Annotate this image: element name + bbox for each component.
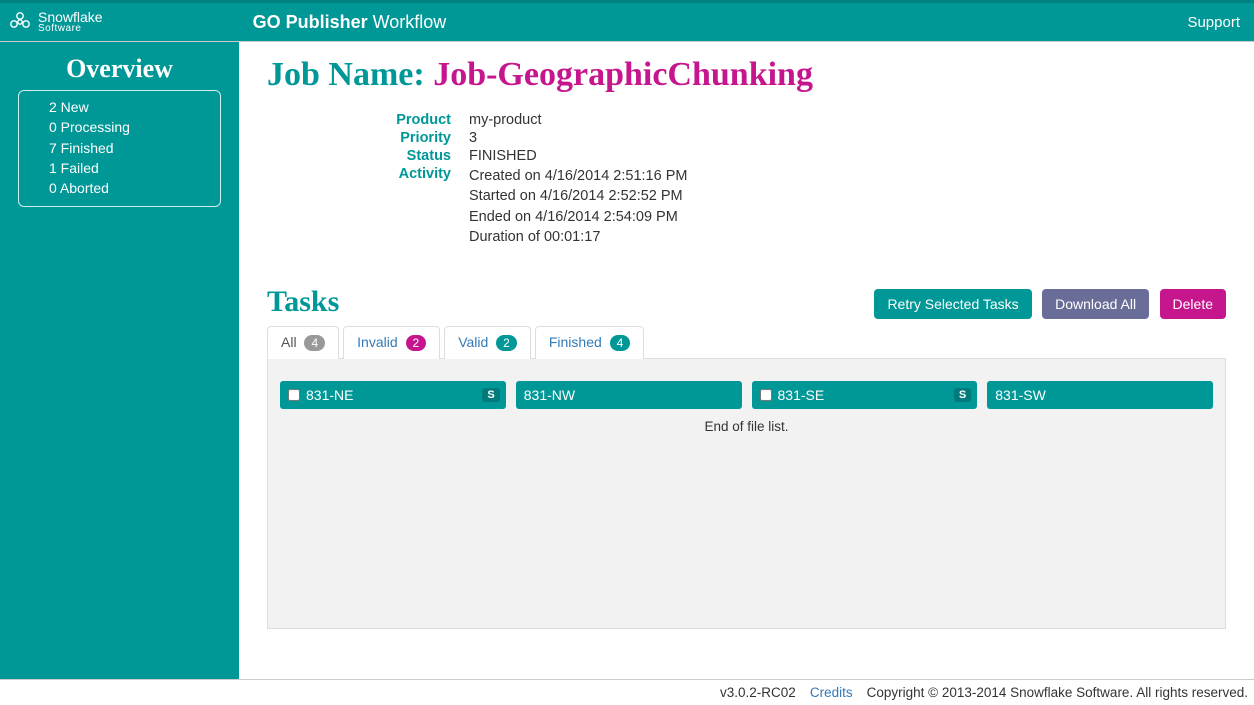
task-tabs: All 4 Invalid 2 Valid 2 Finished 4 xyxy=(267,325,1226,359)
tab-valid-badge: 2 xyxy=(496,335,517,351)
credits-link[interactable]: Credits xyxy=(810,685,853,700)
priority-value: 3 xyxy=(469,130,1226,146)
job-details: Product my-product Priority 3 Status FIN… xyxy=(367,112,1226,247)
tab-all[interactable]: All 4 xyxy=(267,326,339,359)
tab-finished-badge: 4 xyxy=(610,335,631,351)
product-label: Product xyxy=(367,112,451,128)
brand-logo: Snowflake Software xyxy=(8,10,103,34)
activity-values: Created on 4/16/2014 2:51:16 PM Started … xyxy=(469,166,1226,247)
task-checkbox[interactable] xyxy=(760,389,772,401)
footer: v3.0.2-RC02 Credits Copyright © 2013-201… xyxy=(0,679,1254,705)
delete-button[interactable]: Delete xyxy=(1160,289,1226,319)
overview-box: 2 New 0 Processing 7 Finished 1 Failed 0… xyxy=(18,90,221,207)
task-panel[interactable]: 831-NE S 831-NW 831-SE S 831-SW End of f… xyxy=(267,359,1226,629)
sidebar-title: Overview xyxy=(18,54,221,84)
copyright: Copyright © 2013-2014 Snowflake Software… xyxy=(867,685,1248,700)
tasks-buttons: Retry Selected Tasks Download All Delete xyxy=(868,289,1226,319)
tab-finished[interactable]: Finished 4 xyxy=(535,326,645,359)
job-title: Job Name: Job-GeographicChunking xyxy=(267,56,1226,94)
task-chip-831-se[interactable]: 831-SE S xyxy=(752,381,978,409)
overview-item-processing[interactable]: 0 Processing xyxy=(49,117,206,137)
version-label: v3.0.2-RC02 xyxy=(720,685,796,700)
task-row: 831-NE S 831-NW 831-SE S 831-SW xyxy=(280,381,1213,409)
snowflake-icon xyxy=(8,10,32,34)
overview-item-failed[interactable]: 1 Failed xyxy=(49,158,206,178)
overview-item-aborted[interactable]: 0 Aborted xyxy=(49,178,206,198)
activity-label: Activity xyxy=(367,166,451,247)
app-header: Snowflake Software GO Publisher Workflow… xyxy=(0,0,1254,41)
product-value: my-product xyxy=(469,112,1226,128)
tasks-heading: Tasks xyxy=(267,285,339,319)
retry-selected-button[interactable]: Retry Selected Tasks xyxy=(874,289,1031,319)
support-link[interactable]: Support xyxy=(1187,14,1240,31)
task-status-badge: S xyxy=(954,388,971,402)
body: Overview 2 New 0 Processing 7 Finished 1… xyxy=(0,41,1254,679)
tab-valid[interactable]: Valid 2 xyxy=(444,326,531,359)
status-value: FINISHED xyxy=(469,148,1226,164)
task-status-badge: S xyxy=(482,388,499,402)
status-label: Status xyxy=(367,148,451,164)
brand-subname: Software xyxy=(38,24,103,34)
end-of-file-list: End of file list. xyxy=(280,419,1213,434)
tab-all-badge: 4 xyxy=(304,335,325,351)
task-chip-831-nw[interactable]: 831-NW xyxy=(516,381,742,409)
tab-invalid[interactable]: Invalid 2 xyxy=(343,326,440,359)
product-title: GO Publisher Workflow xyxy=(253,12,447,33)
brand-name: Snowflake xyxy=(38,10,103,24)
tab-invalid-badge: 2 xyxy=(406,335,427,351)
tasks-header: Tasks Retry Selected Tasks Download All … xyxy=(267,285,1226,319)
sidebar: Overview 2 New 0 Processing 7 Finished 1… xyxy=(0,42,239,679)
task-checkbox[interactable] xyxy=(288,389,300,401)
overview-item-new[interactable]: 2 New xyxy=(49,97,206,117)
main-content: Job Name: Job-GeographicChunking Product… xyxy=(239,42,1254,679)
task-chip-831-sw[interactable]: 831-SW xyxy=(987,381,1213,409)
job-name: Job-GeographicChunking xyxy=(433,56,813,93)
overview-item-finished[interactable]: 7 Finished xyxy=(49,138,206,158)
priority-label: Priority xyxy=(367,130,451,146)
download-all-button[interactable]: Download All xyxy=(1042,289,1149,319)
task-chip-831-ne[interactable]: 831-NE S xyxy=(280,381,506,409)
